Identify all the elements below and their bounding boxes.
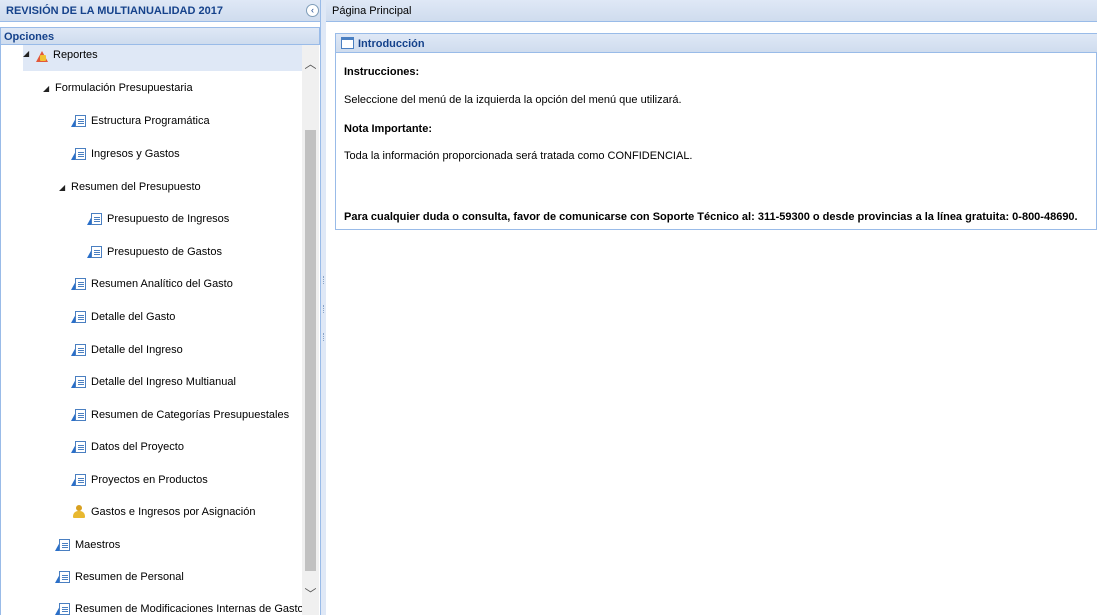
tree-item-label: Datos del Proyecto: [91, 441, 184, 453]
report-icon: [87, 212, 103, 226]
tree-item-datos-proyecto[interactable]: Datos del Proyecto: [71, 436, 184, 458]
tree-item-detalle-ingreso-multianual[interactable]: Detalle del Ingreso Multianual: [71, 371, 236, 393]
scroll-down-icon[interactable]: ﹀: [302, 585, 319, 601]
tree-item-label: Proyectos en Productos: [91, 474, 208, 486]
report-icon: [71, 408, 87, 422]
expand-arrow-icon[interactable]: ◢: [23, 49, 35, 58]
window-icon: [341, 37, 354, 49]
tree-item-label: Detalle del Gasto: [91, 311, 176, 323]
tree-item-label: Presupuesto de Ingresos: [107, 213, 230, 225]
expand-arrow-icon[interactable]: ◢: [43, 84, 55, 93]
scroll-up-icon[interactable]: ︿: [302, 55, 319, 71]
reportes-icon: [35, 49, 49, 63]
report-icon: [71, 343, 87, 357]
tree-item-resumen-analitico[interactable]: Resumen Analítico del Gasto: [71, 273, 233, 295]
tree-item-label: Reportes: [53, 49, 98, 61]
left-panel-header: REVISIÓN DE LA MULTIANUALIDAD 2017 ‹: [0, 0, 326, 22]
tree-item-detalle-ingreso[interactable]: Detalle del Ingreso: [71, 339, 183, 361]
nota-text: Toda la información proporcionada será t…: [344, 150, 693, 162]
report-icon: [71, 114, 87, 128]
panel-splitter[interactable]: [320, 0, 326, 615]
splitter-grip: [323, 305, 324, 313]
tree-item-label: Ingresos y Gastos: [91, 148, 180, 160]
tree-item-label: Resumen de Modificaciones Internas de Ga…: [75, 603, 302, 615]
tree-item-gastos-ingresos-asignacion[interactable]: Gastos e Ingresos por Asignación: [71, 501, 255, 523]
tree-item-resumen-presupuesto[interactable]: ◢ Resumen del Presupuesto: [59, 176, 201, 198]
tree-item-label: Maestros: [75, 539, 121, 551]
tree-item-formulacion[interactable]: ◢ Formulación Presupuestaria: [43, 77, 193, 99]
report-icon: [55, 538, 71, 552]
tree-item-detalle-gasto[interactable]: Detalle del Gasto: [71, 306, 175, 328]
person-icon: [71, 505, 87, 519]
report-icon: [71, 277, 87, 291]
tree-item-resumen-modificaciones[interactable]: Resumen de Modificaciones Internas de Ga…: [55, 598, 302, 615]
intro-panel-header: Introducción: [336, 34, 1097, 53]
expand-arrow-icon[interactable]: ◢: [59, 183, 71, 192]
tree-item-label: Resumen del Presupuesto: [71, 181, 201, 193]
tree-item-label: Resumen Analítico del Gasto: [91, 278, 233, 290]
tree-item-resumen-categorias[interactable]: Resumen de Categorías Presupuestales: [71, 404, 289, 426]
instrucciones-label: Instrucciones:: [344, 66, 420, 78]
left-panel-title: REVISIÓN DE LA MULTIANUALIDAD 2017: [6, 5, 223, 17]
report-icon: [55, 570, 71, 584]
report-icon: [71, 440, 87, 454]
splitter-grip: [323, 276, 324, 284]
tree-item-label: Formulación Presupuestaria: [55, 82, 193, 94]
options-panel: REVISIÓN DE LA MULTIANUALIDAD 2017 ‹ Opc…: [0, 0, 326, 615]
tree-item-maestros[interactable]: Maestros: [55, 534, 120, 556]
report-icon: [87, 245, 103, 259]
report-icon: [71, 473, 87, 487]
report-icon: [71, 375, 87, 389]
tree-item-label: Gastos e Ingresos por Asignación: [91, 506, 256, 518]
tree-item-reportes[interactable]: ◢ Reportes: [23, 45, 302, 71]
instrucciones-text: Seleccione del menú de la izquierda la o…: [344, 94, 682, 106]
report-icon: [71, 310, 87, 324]
tree-item-presupuesto-ingresos[interactable]: Presupuesto de Ingresos: [87, 208, 229, 230]
collapse-panel-button[interactable]: ‹: [306, 4, 319, 17]
tree-item-ingresos-gastos[interactable]: Ingresos y Gastos: [71, 143, 180, 165]
tree-item-label: Detalle del Ingreso: [91, 344, 183, 356]
tree-item-label: Detalle del Ingreso Multianual: [91, 376, 236, 388]
splitter-grip: [323, 333, 324, 341]
intro-panel: Introducción Instrucciones: Seleccione d…: [335, 33, 1097, 230]
tree-item-label: Presupuesto de Gastos: [107, 246, 222, 258]
tree-item-label: Resumen de Personal: [75, 571, 184, 583]
tree-item-label: Estructura Programática: [91, 115, 210, 127]
contacto-text: Para cualquier duda o consulta, favor de…: [344, 211, 1078, 223]
options-tree: ◢ Reportes ◢ Formulación Presupuestaria …: [0, 45, 302, 615]
main-panel-title: Página Principal: [332, 5, 412, 17]
tree-item-proyectos-productos[interactable]: Proyectos en Productos: [71, 469, 208, 491]
tree-item-resumen-personal[interactable]: Resumen de Personal: [55, 566, 184, 588]
tree-scrollbar[interactable]: ︿ ﹀: [302, 45, 319, 615]
report-icon: [71, 147, 87, 161]
nota-label: Nota Importante:: [344, 123, 432, 135]
opciones-title: Opciones: [4, 31, 55, 43]
tree-item-label: Resumen de Categorías Presupuestales: [91, 409, 290, 421]
opciones-header: Opciones: [0, 27, 320, 45]
tree-item-estructura[interactable]: Estructura Programática: [71, 110, 210, 132]
report-icon: [55, 602, 71, 615]
intro-title: Introducción: [358, 38, 425, 50]
tree-item-presupuesto-gastos[interactable]: Presupuesto de Gastos: [87, 241, 222, 263]
scroll-thumb[interactable]: [305, 130, 316, 571]
main-panel-header: Página Principal: [326, 0, 1097, 22]
